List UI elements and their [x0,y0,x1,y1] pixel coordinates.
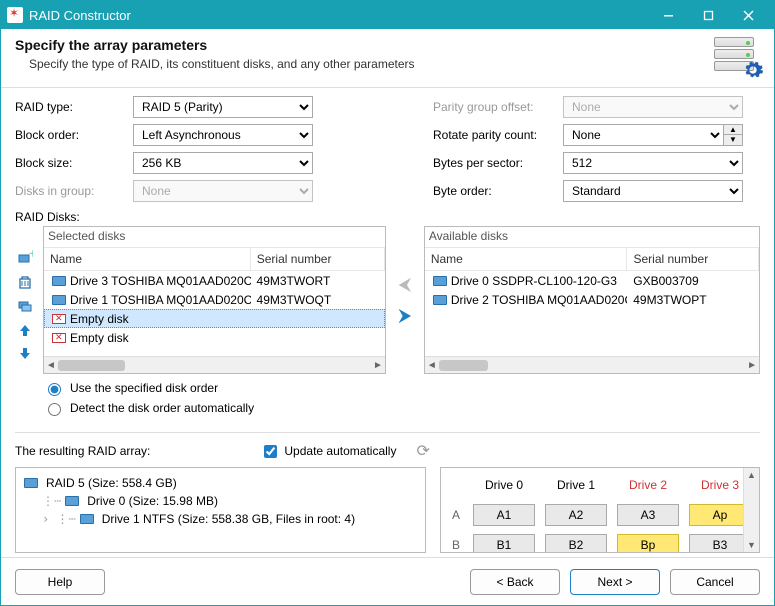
back-button[interactable]: < Back [470,569,560,595]
col-name[interactable]: Name [425,248,628,270]
remove-disk-button[interactable] [15,272,35,292]
block-size-label: Block size: [15,156,133,170]
drives-stack-icon [714,37,760,77]
col-name[interactable]: Name [44,248,251,270]
app-icon [7,7,23,23]
raid-disks-label: RAID Disks: [15,210,760,224]
disk-row[interactable]: Drive 1 TOSHIBA MQ01AAD020C49M3TWOQT [44,290,385,309]
stripe-row-header: B [452,538,460,552]
move-down-button[interactable] [15,344,35,364]
gear-icon [742,59,764,81]
selected-hscroll[interactable]: ◄► [44,356,385,373]
add-missing-disk-button[interactable]: ＋ [15,248,35,268]
page-header: Specify the array parameters Specify the… [1,29,774,88]
rotate-parity-select[interactable]: None [563,124,724,146]
window-title: RAID Constructor [29,8,131,23]
svg-text:＋: ＋ [28,250,33,260]
move-left-arrow[interactable]: ⮜ [398,274,411,295]
rotate-parity-down[interactable]: ▼ [724,135,742,145]
tree-node[interactable]: Drive 1 NTFS (Size: 558.38 GB, Files in … [102,512,355,526]
disk-row[interactable]: Empty disk [44,328,385,347]
selected-disks-caption: Selected disks [44,227,385,247]
stripe-col-header: Drive 2 [629,478,667,492]
raid-type-select[interactable]: RAID 5 (Parity) [133,96,313,118]
bytes-per-sector-label: Bytes per sector: [433,156,563,170]
refresh-icon[interactable]: ⟳ [416,441,429,461]
hdd-icon [52,276,66,286]
order-auto-radio[interactable]: Detect the disk order automatically [43,400,760,416]
title-bar: RAID Constructor [1,1,774,29]
update-auto-checkbox[interactable]: Update automatically [260,442,396,461]
raid-type-label: RAID type: [15,100,133,114]
result-tree[interactable]: RAID 5 (Size: 558.4 GB) ⋮┄Drive 0 (Size:… [15,467,426,553]
disks-in-group-select: None [133,180,313,202]
available-hscroll[interactable]: ◄► [425,356,759,373]
rotate-parity-label: Rotate parity count: [433,128,563,142]
stripe-cell: Ap [689,504,751,526]
hdd-icon [433,276,447,286]
stripe-cell: A3 [617,504,679,526]
duplicate-disk-button[interactable] [15,296,35,316]
stripe-cell: A2 [545,504,607,526]
result-label: The resulting RAID array: [15,444,150,458]
tree-root[interactable]: RAID 5 (Size: 558.4 GB) [46,476,177,490]
wizard-footer: Help < Back Next > Cancel [1,557,774,605]
disk-row[interactable]: Drive 0 SSDPR-CL100-120-G3GXB003709 [425,271,759,290]
col-serial[interactable]: Serial number [251,248,385,270]
page-subtitle: Specify the type of RAID, its constituen… [29,57,714,71]
maximize-button[interactable] [688,1,728,29]
parity-offset-select: None [563,96,743,118]
stripe-cell: B3 [689,534,751,553]
bytes-per-sector-select[interactable]: 512 [563,152,743,174]
missing-disk-icon [52,333,66,343]
disk-row[interactable]: Empty disk [44,309,385,328]
stripe-cell: A1 [473,504,535,526]
block-order-label: Block order: [15,128,133,142]
help-button[interactable]: Help [15,569,105,595]
stripe-col-header: Drive 0 [485,478,523,492]
hdd-icon [52,295,66,305]
stripe-col-header: Drive 1 [557,478,595,492]
move-up-button[interactable] [15,320,35,340]
stripe-cell: B2 [545,534,607,553]
stripe-vscroll[interactable]: ▲▼ [743,468,759,552]
missing-disk-icon [52,314,66,324]
hdd-icon [433,295,447,305]
tree-node[interactable]: Drive 0 (Size: 15.98 MB) [87,494,218,508]
close-button[interactable] [728,1,768,29]
disk-row[interactable]: Drive 2 TOSHIBA MQ01AAD020C49M3TWOPT [425,290,759,309]
minimize-button[interactable] [648,1,688,29]
rotate-parity-up[interactable]: ▲ [724,125,742,135]
stripe-map-panel: Drive 0 Drive 1 Drive 2 Drive 3 A A1 A2 A3 Ap B B1… [440,467,760,553]
available-disks-panel: Available disks Name Serial number Drive… [424,226,760,374]
selected-disks-panel: Selected disks Name Serial number Drive … [43,226,386,374]
next-button[interactable]: Next > [570,569,660,595]
disks-in-group-label: Disks in group: [15,184,133,198]
cancel-button[interactable]: Cancel [670,569,760,595]
stripe-cell: Bp [617,534,679,553]
available-disks-caption: Available disks [425,227,759,247]
order-specified-radio[interactable]: Use the specified disk order [43,380,760,396]
block-size-select[interactable]: 256 KB [133,152,313,174]
byte-order-label: Byte order: [433,184,563,198]
page-title: Specify the array parameters [15,37,714,53]
parameters-form: RAID type: RAID 5 (Parity) Parity group … [15,96,760,202]
stripe-cell: B1 [473,534,535,553]
stripe-col-header: Drive 3 [701,478,739,492]
stripe-row-header: A [452,508,460,522]
block-order-select[interactable]: Left Asynchronous [133,124,313,146]
disk-row[interactable]: Drive 3 TOSHIBA MQ01AAD020C49M3TWORT [44,271,385,290]
parity-offset-label: Parity group offset: [433,100,563,114]
move-right-arrow[interactable]: ⮞ [398,305,411,326]
byte-order-select[interactable]: Standard [563,180,743,202]
col-serial[interactable]: Serial number [627,248,759,270]
